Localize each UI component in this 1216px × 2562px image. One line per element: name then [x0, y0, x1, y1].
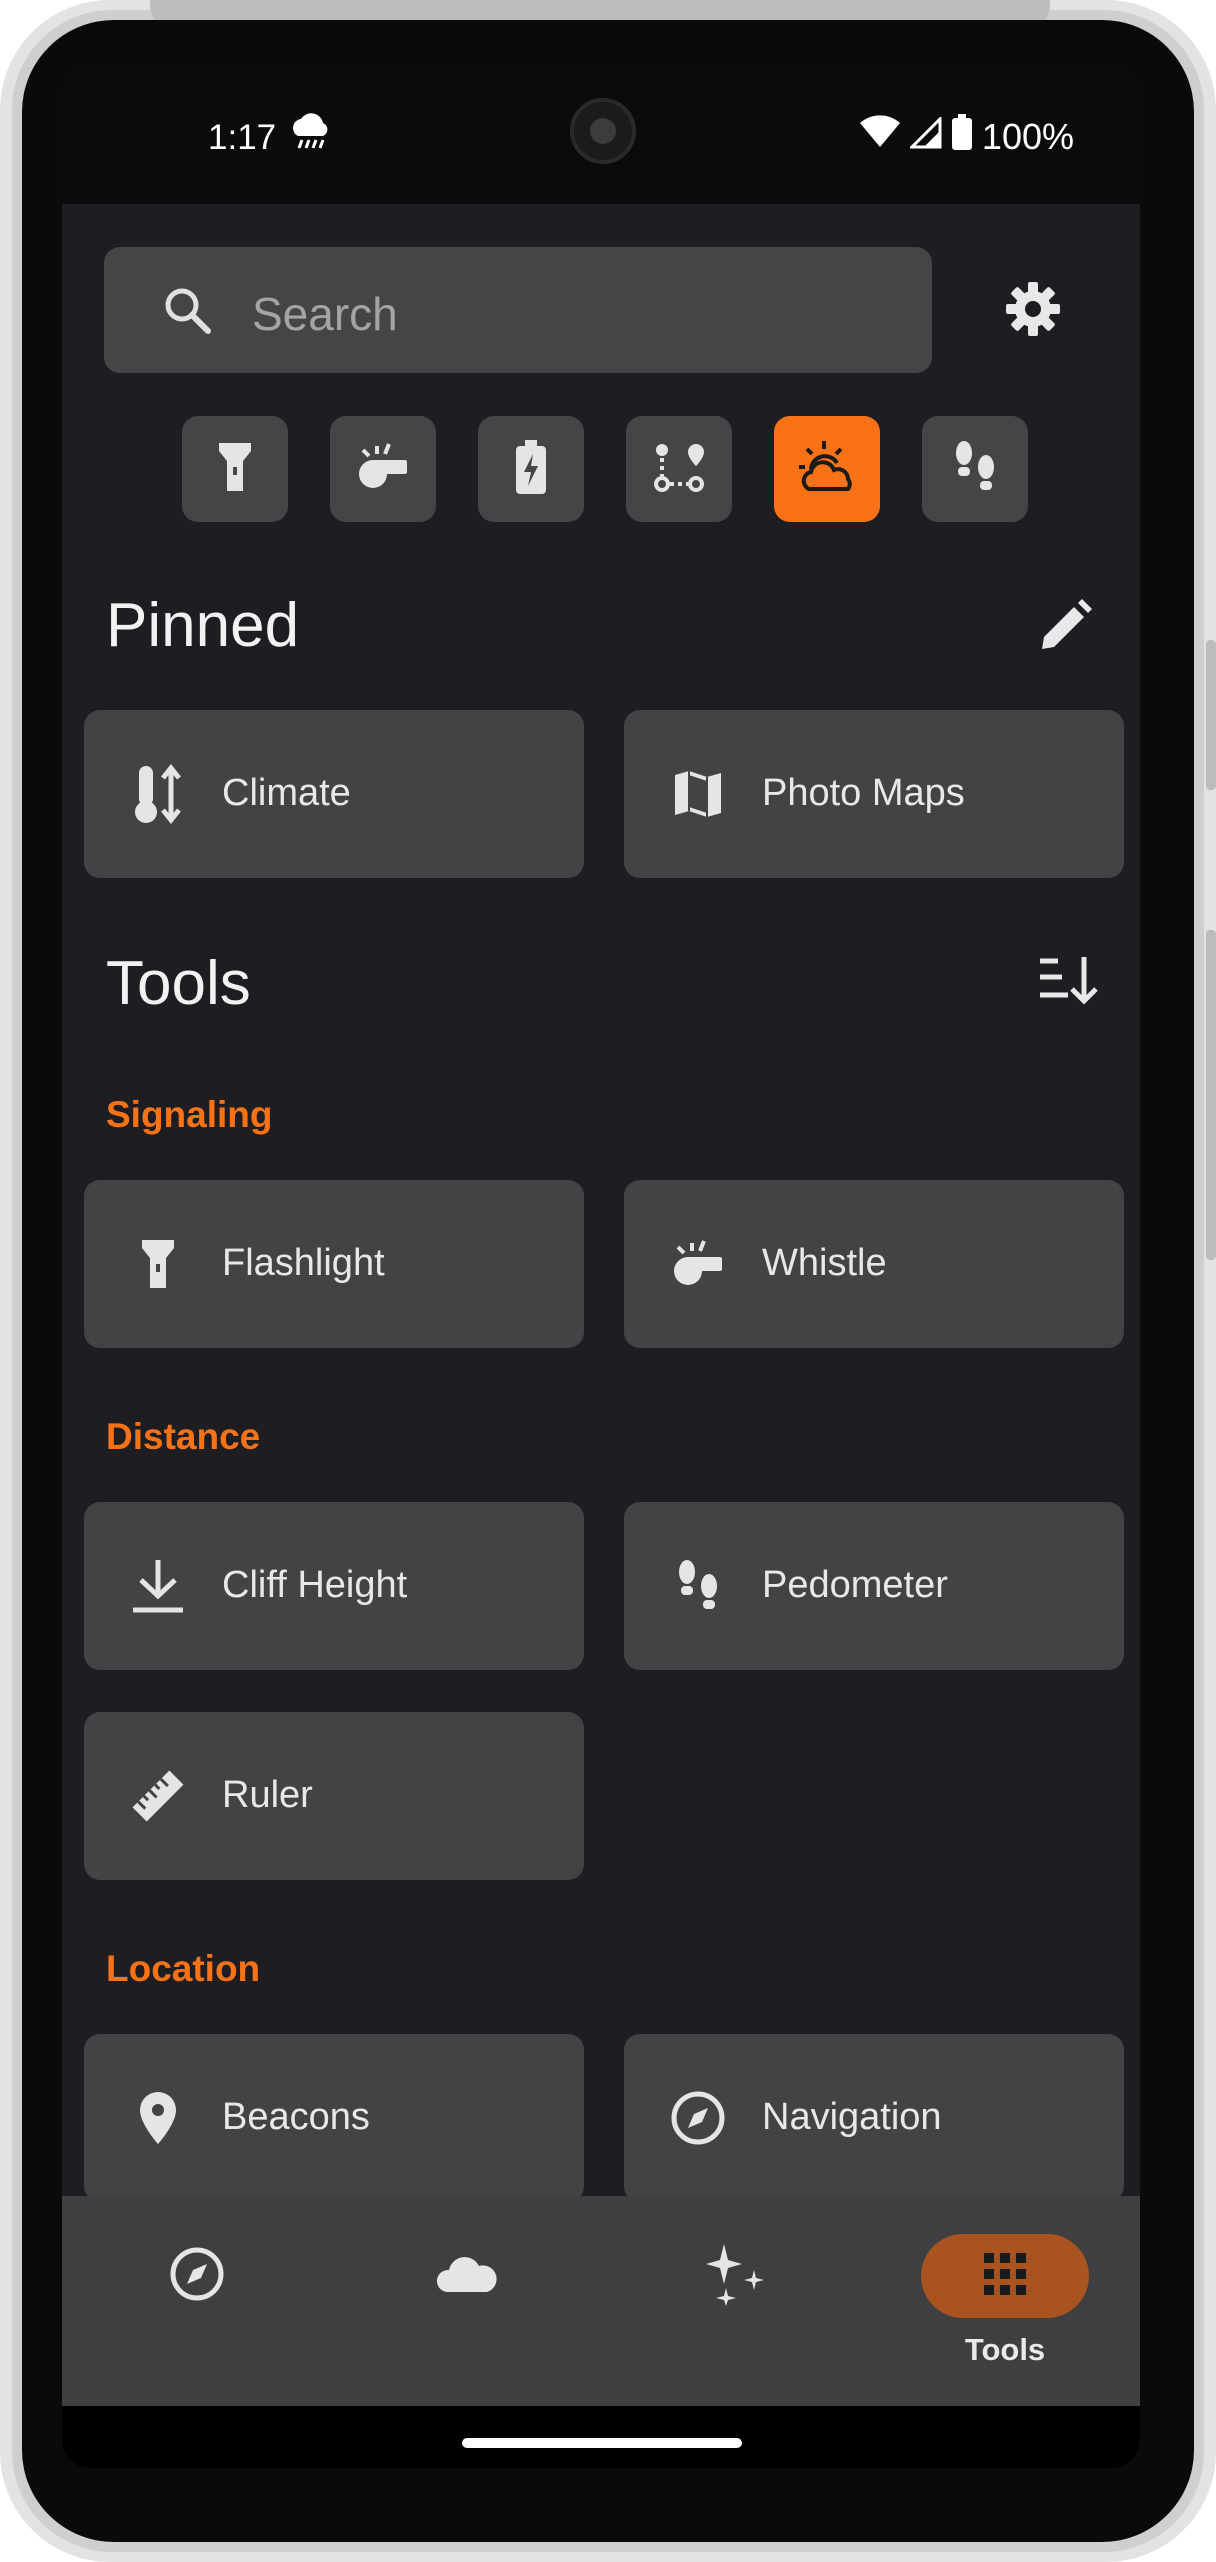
tool-card-pedometer[interactable]: Pedometer [624, 1502, 1124, 1670]
route-icon [652, 440, 706, 499]
pinned-card-photo-maps[interactable]: Photo Maps [624, 710, 1124, 878]
gesture-area [62, 2406, 1140, 2468]
card-label: Whistle [762, 1242, 887, 1284]
tool-card-beacons[interactable]: Beacons [84, 2034, 584, 2202]
tools-title: Tools [106, 949, 251, 1018]
status-bar: 1:17 100% [62, 68, 1140, 204]
nav-item-navigation[interactable] [62, 2196, 332, 2406]
card-label: Pedometer [762, 1564, 948, 1606]
power-button [1206, 930, 1216, 1260]
category-signaling: Signaling [106, 1094, 273, 1135]
battery-percent: 100% [981, 115, 1074, 157]
card-label: Ruler [222, 1774, 313, 1816]
tool-card-navigation[interactable]: Navigation [624, 2034, 1124, 2202]
search-input[interactable]: Search [252, 287, 398, 341]
nav-pill [113, 2234, 281, 2318]
flashlight-icon [215, 439, 255, 500]
rain-cloud-icon [288, 112, 332, 159]
weather-icon [797, 439, 857, 500]
screen: 1:17 100% Search Pinned Climate Photo Ma… [62, 68, 1140, 2468]
nav-pill [383, 2234, 551, 2318]
flashlight-icon [128, 1234, 188, 1294]
card-label: Climate [222, 772, 351, 814]
search-icon [162, 285, 212, 340]
wifi-icon [859, 115, 900, 158]
pinned-card-climate[interactable]: Climate [84, 710, 584, 878]
cloud-icon [435, 2254, 499, 2299]
tool-card-flashlight[interactable]: Flashlight [84, 1180, 584, 1348]
whistle-icon [355, 442, 411, 497]
card-label: Navigation [762, 2096, 942, 2138]
sparkle-icon [706, 2242, 768, 2311]
thermometer-icon [128, 764, 188, 824]
card-label: Beacons [222, 2096, 370, 2138]
quick-action-whistle[interactable] [330, 416, 436, 522]
home-gesture-bar[interactable] [462, 2438, 742, 2448]
quick-action-flashlight[interactable] [182, 416, 288, 522]
pinned-title: Pinned [106, 591, 300, 660]
download-arrow-icon [128, 1556, 188, 1616]
nav-pill [653, 2234, 821, 2318]
ruler-icon [128, 1766, 188, 1826]
nav-item-astronomy[interactable] [602, 2196, 872, 2406]
card-label: Photo Maps [762, 772, 965, 814]
location-pin-icon [128, 2088, 188, 2148]
status-indicators: 100% [859, 114, 1074, 159]
quick-action-battery[interactable] [478, 416, 584, 522]
compass-icon [668, 2088, 728, 2148]
tool-card-ruler[interactable]: Ruler [84, 1712, 584, 1880]
card-label: Flashlight [222, 1242, 385, 1284]
front-camera [570, 98, 636, 164]
compass-icon [169, 2246, 225, 2307]
tool-card-cliff-height[interactable]: Cliff Height [84, 1502, 584, 1670]
pedometer-icon [952, 439, 998, 500]
nav-label-tools: Tools [964, 2332, 1046, 2367]
edit-pencil-icon[interactable] [1038, 599, 1092, 658]
card-label: Cliff Height [222, 1564, 408, 1606]
nav-item-tools[interactable]: Tools [870, 2196, 1140, 2406]
battery-icon [516, 439, 546, 499]
search-bar[interactable]: Search [104, 247, 932, 373]
battery-icon [951, 114, 972, 159]
quick-action-weather[interactable] [774, 416, 880, 522]
category-distance: Distance [106, 1416, 261, 1457]
grid-icon [984, 2252, 1026, 2300]
gear-icon[interactable] [1004, 280, 1062, 343]
sort-icon[interactable] [1038, 955, 1098, 1010]
quick-action-route[interactable] [626, 416, 732, 522]
map-icon [668, 764, 728, 824]
nav-item-weather[interactable] [332, 2196, 602, 2406]
volume-button [1206, 640, 1216, 790]
status-time: 1:17 [208, 118, 277, 157]
tool-card-whistle[interactable]: Whistle [624, 1180, 1124, 1348]
cellular-signal-icon [908, 114, 942, 158]
category-location: Location [106, 1948, 261, 1989]
quick-actions [182, 416, 1028, 522]
whistle-icon [668, 1234, 728, 1294]
bottom-navigation: Tools [62, 2196, 1140, 2406]
nav-pill-active [921, 2234, 1089, 2318]
quick-action-pedometer[interactable] [922, 416, 1028, 522]
pedometer-icon [668, 1556, 728, 1616]
